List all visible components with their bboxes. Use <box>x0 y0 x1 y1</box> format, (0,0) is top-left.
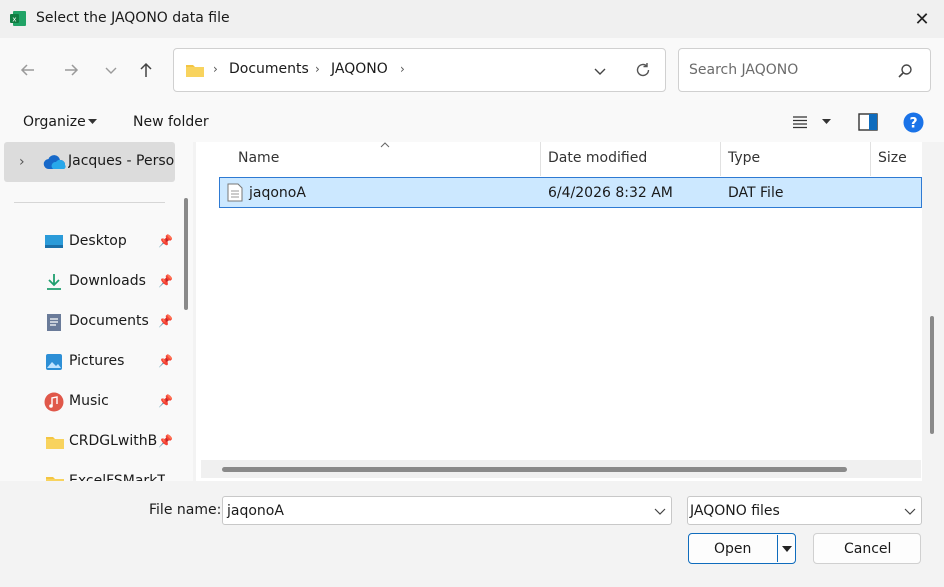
open-button[interactable]: Open <box>688 533 796 564</box>
sidebar-item-label: Pictures <box>69 353 125 369</box>
excel-app-icon: x <box>10 11 26 26</box>
file-type-filter-value: JAQONO files <box>690 503 780 519</box>
help-icon[interactable]: ? <box>903 112 924 133</box>
sidebar-item-label: Documents <box>69 313 149 329</box>
open-button-label: Open <box>714 541 752 557</box>
svg-text:x: x <box>12 16 16 24</box>
window-title: Select the JAQONO data file <box>36 10 230 26</box>
desktop-icon <box>45 235 63 248</box>
address-bar[interactable]: › Documents › JAQONO › <box>173 48 666 92</box>
preview-pane-icon[interactable] <box>858 113 878 131</box>
sidebar-item-desktop[interactable]: Desktop 📌 <box>0 222 180 262</box>
organize-dropdown-icon[interactable] <box>88 119 97 125</box>
folder-icon <box>186 65 204 77</box>
file-name-field[interactable]: jaqonoA <box>222 496 672 525</box>
breadcrumb-separator-icon: › <box>315 62 320 76</box>
folder-icon <box>46 477 64 481</box>
address-dropdown-icon[interactable] <box>593 64 607 78</box>
view-dropdown-icon[interactable] <box>822 119 831 125</box>
sidebar-scrollbar[interactable] <box>184 198 188 310</box>
horizontal-scrollbar-thumb[interactable] <box>222 467 847 472</box>
split-divider <box>777 535 778 562</box>
column-header-size[interactable]: Size <box>878 150 907 166</box>
sidebar-item-excelfsmarkt[interactable]: ExcelFSMarkT <box>0 462 180 481</box>
sidebar-item-documents[interactable]: Documents 📌 <box>0 302 180 342</box>
up-arrow-icon[interactable] <box>132 56 160 84</box>
sidebar-item-music[interactable]: Music 📌 <box>0 382 180 422</box>
sidebar-item-label: Jacques - Personal <box>68 153 175 169</box>
pin-icon: 📌 <box>158 394 173 408</box>
back-arrow-icon[interactable] <box>14 56 42 84</box>
svg-text:?: ? <box>909 116 917 132</box>
file-row[interactable]: jaqonoA 6/4/2026 8:32 AM DAT File <box>219 177 922 208</box>
column-header-type[interactable]: Type <box>728 150 760 166</box>
column-divider[interactable] <box>870 142 871 176</box>
sidebar-item-onedrive[interactable]: › Jacques - Personal <box>4 142 175 182</box>
file-type: DAT File <box>728 185 784 201</box>
breadcrumb-documents[interactable]: Documents <box>229 61 309 77</box>
forward-arrow-icon[interactable] <box>57 56 85 84</box>
refresh-icon[interactable] <box>634 61 652 79</box>
sidebar-item-label: ExcelFSMarkT <box>69 473 165 481</box>
document-icon <box>47 314 61 331</box>
download-icon <box>47 274 61 290</box>
file-name-input[interactable]: jaqonoA <box>227 503 284 519</box>
vertical-scrollbar-thumb[interactable] <box>930 316 934 434</box>
view-options-icon[interactable] <box>792 115 808 129</box>
file-name-dropdown-icon[interactable] <box>654 506 666 516</box>
breadcrumb-separator-icon: › <box>213 62 218 76</box>
organize-button[interactable]: Organize <box>23 114 86 130</box>
column-header-name[interactable]: Name <box>238 150 279 166</box>
expand-chevron-icon[interactable]: › <box>19 154 25 170</box>
cancel-button[interactable]: Cancel <box>813 533 921 564</box>
pin-icon: 📌 <box>158 234 173 248</box>
recent-locations-chevron-icon[interactable] <box>97 56 125 84</box>
sort-ascending-icon <box>380 142 390 148</box>
open-options-dropdown-icon[interactable] <box>782 546 792 552</box>
search-icon[interactable] <box>897 63 913 79</box>
filter-dropdown-icon[interactable] <box>904 506 916 516</box>
sidebar-item-label: Music <box>69 393 109 409</box>
column-divider[interactable] <box>720 142 721 176</box>
folder-icon <box>46 437 64 449</box>
sidebar-item-pictures[interactable]: Pictures 📌 <box>0 342 180 382</box>
sidebar-divider <box>14 202 165 203</box>
breadcrumb-separator-icon[interactable]: › <box>400 62 405 76</box>
file-name: jaqonoA <box>249 185 306 201</box>
search-box[interactable]: Search JAQONO <box>678 48 931 92</box>
navigation-pane: › Jacques - Personal Desktop 📌 Downloads… <box>0 142 193 481</box>
onedrive-cloud-icon <box>43 155 66 170</box>
pin-icon: 📌 <box>158 274 173 288</box>
column-header-date-modified[interactable]: Date modified <box>548 150 647 166</box>
pin-icon: 📌 <box>158 314 173 328</box>
new-folder-button[interactable]: New folder <box>133 114 209 130</box>
search-input[interactable]: Search JAQONO <box>689 62 798 78</box>
cancel-button-label: Cancel <box>844 541 892 557</box>
sidebar-item-downloads[interactable]: Downloads 📌 <box>0 262 180 302</box>
file-list: Name Date modified Type Size jaqonoA 6/4… <box>196 142 922 481</box>
sidebar-item-label: Downloads <box>69 273 146 289</box>
breadcrumb-jaqono[interactable]: JAQONO <box>331 61 388 77</box>
sidebar-item-label: CRDGLwithBa <box>69 433 157 449</box>
file-type-filter[interactable]: JAQONO files <box>687 496 922 525</box>
sidebar-item-crdglwithba[interactable]: CRDGLwithBa 📌 <box>0 422 180 462</box>
dat-file-icon <box>227 183 243 202</box>
file-date-modified: 6/4/2026 8:32 AM <box>548 185 673 201</box>
file-name-label: File name: <box>149 502 222 518</box>
column-divider[interactable] <box>540 142 541 176</box>
pin-icon: 📌 <box>158 354 173 368</box>
pictures-icon <box>46 354 62 370</box>
pin-icon: 📌 <box>158 434 173 448</box>
sidebar-item-label: Desktop <box>69 233 127 249</box>
music-icon <box>44 392 64 412</box>
close-icon[interactable]: ✕ <box>906 4 938 34</box>
